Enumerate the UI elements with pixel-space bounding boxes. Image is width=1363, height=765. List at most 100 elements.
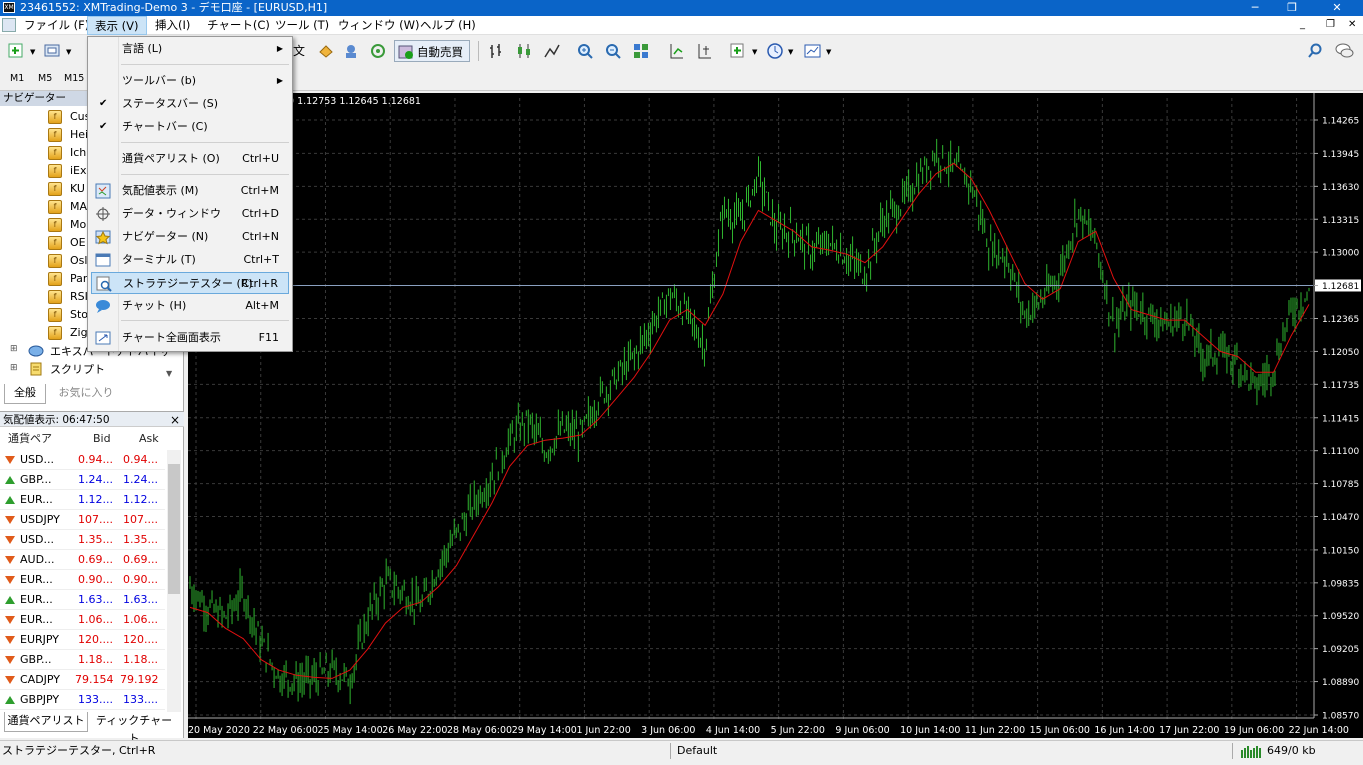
- menu-file[interactable]: ファイル (F): [17, 16, 96, 35]
- indicators-icon[interactable]: [728, 40, 750, 62]
- col-ask[interactable]: Ask: [139, 429, 159, 449]
- chart-shift-icon[interactable]: [665, 40, 687, 62]
- menu-item-label: 気配値表示 (M): [122, 184, 199, 197]
- chart-window[interactable]: 1.14265 1.13945 1.13630 1.13315 1.13000 1.126…: [188, 93, 1363, 738]
- time-label: 19 Jun 06:00: [1224, 725, 1284, 736]
- child-close-icon[interactable]: ✕: [1348, 19, 1356, 30]
- menu-view[interactable]: 表示 (V): [87, 16, 147, 35]
- ask-cell: 1.18...: [123, 653, 158, 666]
- view-menu-item[interactable]: チャット (H) Alt+M: [91, 295, 289, 317]
- view-menu-item[interactable]: ターミナル (T) Ctrl+T: [91, 249, 289, 271]
- menu-tools[interactable]: ツール (T): [268, 16, 336, 35]
- zoom-in-icon[interactable]: [574, 40, 596, 62]
- zoom-out-icon[interactable]: [602, 40, 624, 62]
- market-watch-row[interactable]: EUR... 1.06... 1.06...: [0, 610, 165, 630]
- eraser-icon[interactable]: [315, 40, 337, 62]
- tile-windows-icon[interactable]: [630, 40, 652, 62]
- market-watch-row[interactable]: GBP... 1.18... 1.18...: [0, 650, 165, 670]
- dropdown-arrow-icon[interactable]: ▼: [826, 48, 831, 56]
- expand-toggle-icon[interactable]: ⊞: [10, 344, 18, 354]
- tab-tick-chart[interactable]: ティックチャート: [92, 712, 176, 745]
- market-watch-row[interactable]: GBP... 1.24... 1.24...: [0, 470, 165, 490]
- col-bid[interactable]: Bid: [93, 429, 111, 449]
- market-watch-close-icon[interactable]: ×: [170, 412, 180, 428]
- view-menu-item[interactable]: ✔ ステータスバー (S): [91, 93, 289, 115]
- market-watch-row[interactable]: EUR... 1.63... 1.63...: [0, 590, 165, 610]
- market-watch-row[interactable]: EUR... 0.90... 0.90...: [0, 570, 165, 590]
- price-label: 1.13630: [1322, 183, 1359, 193]
- market-watch-row[interactable]: AUD... 0.69... 0.69...: [0, 550, 165, 570]
- scripts-label[interactable]: スクリプト: [50, 361, 105, 377]
- price-label: 1.12365: [1322, 315, 1359, 325]
- minimize-button[interactable]: ─: [1240, 0, 1270, 16]
- price-label: 1.13315: [1322, 216, 1359, 226]
- menu-separator: [121, 320, 289, 321]
- view-menu-item[interactable]: ✔ チャートバー (C): [91, 116, 289, 138]
- toolbar-separator: [478, 41, 479, 61]
- market-watch-row[interactable]: GBPJPY 133.... 133....: [0, 690, 165, 710]
- new-chart-icon[interactable]: [6, 40, 28, 62]
- market-watch-scrollbar[interactable]: [167, 450, 181, 712]
- view-menu-item[interactable]: ツールバー (b) ▶: [91, 70, 289, 92]
- child-minimize-icon[interactable]: _: [1300, 19, 1305, 30]
- tf-m15[interactable]: M15: [61, 71, 87, 86]
- tab-favorites[interactable]: お気に入り: [50, 384, 122, 404]
- periods-clock-icon[interactable]: [764, 40, 786, 62]
- view-menu-item[interactable]: データ・ウィンドウ Ctrl+D: [91, 203, 289, 225]
- view-menu-item[interactable]: ナビゲーター (N) Ctrl+N: [91, 226, 289, 248]
- line-chart-icon[interactable]: [541, 40, 563, 62]
- navigator-item-label: OE: [70, 236, 86, 249]
- col-symbol[interactable]: 通貨ペア: [8, 429, 52, 449]
- chat-icon[interactable]: [1333, 40, 1355, 62]
- market-watch-row[interactable]: EURJPY 120.... 120....: [0, 630, 165, 650]
- market-watch-row[interactable]: USD... 1.35... 1.35...: [0, 530, 165, 550]
- tf-m1[interactable]: M1: [7, 71, 27, 86]
- market-watch-row[interactable]: CADJPY 79.154 79.192: [0, 670, 165, 690]
- templates-icon[interactable]: [802, 40, 824, 62]
- menu-insert[interactable]: 挿入(I): [148, 16, 197, 35]
- dropdown-arrow-icon[interactable]: ▼: [752, 48, 757, 56]
- maximize-button[interactable]: ❐: [1277, 0, 1307, 16]
- scroll-down-icon[interactable]: ▼: [166, 369, 172, 378]
- profiles-icon[interactable]: [42, 40, 64, 62]
- signal-icon[interactable]: [367, 40, 389, 62]
- view-menu-item[interactable]: ストラテジーテスター (R) Ctrl+R: [91, 272, 289, 294]
- search-icon[interactable]: [1304, 40, 1326, 62]
- autoscroll-icon[interactable]: [693, 40, 715, 62]
- tf-m5[interactable]: M5: [35, 71, 55, 86]
- view-menu-item[interactable]: 気配値表示 (M) Ctrl+M: [91, 180, 289, 202]
- menu-help[interactable]: ヘルプ (H): [413, 16, 483, 35]
- market-watch-row[interactable]: USDJPY 107.... 107....: [0, 510, 165, 530]
- view-menu-item[interactable]: 言語 (L) ▶: [91, 38, 289, 60]
- view-menu-item[interactable]: 通貨ペアリスト (O) Ctrl+U: [91, 148, 289, 170]
- candlestick-icon[interactable]: [513, 40, 535, 62]
- crosshair-icon: [96, 207, 110, 221]
- menu-chart[interactable]: チャート(C): [200, 16, 277, 35]
- scrollbar-thumb[interactable]: [168, 464, 180, 594]
- navigator-star-icon: [95, 230, 111, 245]
- price-label: 1.09205: [1322, 645, 1359, 655]
- price-label: 1.13000: [1322, 249, 1359, 259]
- strategy-icon[interactable]: [340, 40, 362, 62]
- navigator-item-label: Zig: [70, 326, 88, 339]
- symbol-cell: EURJPY: [20, 633, 59, 646]
- close-button[interactable]: ✕: [1322, 0, 1352, 16]
- autotrade-button[interactable]: 自動売買: [394, 40, 470, 62]
- bid-cell: 1.63...: [78, 593, 113, 606]
- child-window-icon[interactable]: [2, 18, 16, 32]
- market-watch-row[interactable]: USD... 0.94... 0.94...: [0, 450, 165, 470]
- view-menu-item[interactable]: チャート全画面表示 F11: [91, 327, 289, 349]
- status-traffic: 649/0 kb: [1267, 744, 1316, 757]
- bar-chart-icon[interactable]: [485, 40, 507, 62]
- tab-symbols[interactable]: 通貨ペアリスト: [4, 712, 88, 732]
- expand-toggle-icon[interactable]: ⊞: [10, 363, 18, 373]
- dropdown-arrow-icon[interactable]: ▼: [30, 48, 35, 56]
- market-watch-row[interactable]: EUR... 1.12... 1.12...: [0, 490, 165, 510]
- dropdown-arrow-icon[interactable]: ▼: [788, 48, 793, 56]
- child-restore-icon[interactable]: ❐: [1326, 19, 1335, 30]
- text-tool-button[interactable]: 文: [293, 42, 305, 59]
- view-menu-dropdown: 言語 (L) ▶ ツールバー (b) ▶ ✔ ステータスバー (S) ✔ チャートバー (C)…: [87, 36, 293, 352]
- navigator-title: ナビゲーター: [3, 92, 66, 104]
- dropdown-arrow-icon[interactable]: ▼: [66, 48, 71, 56]
- tab-all[interactable]: 全般: [4, 384, 46, 404]
